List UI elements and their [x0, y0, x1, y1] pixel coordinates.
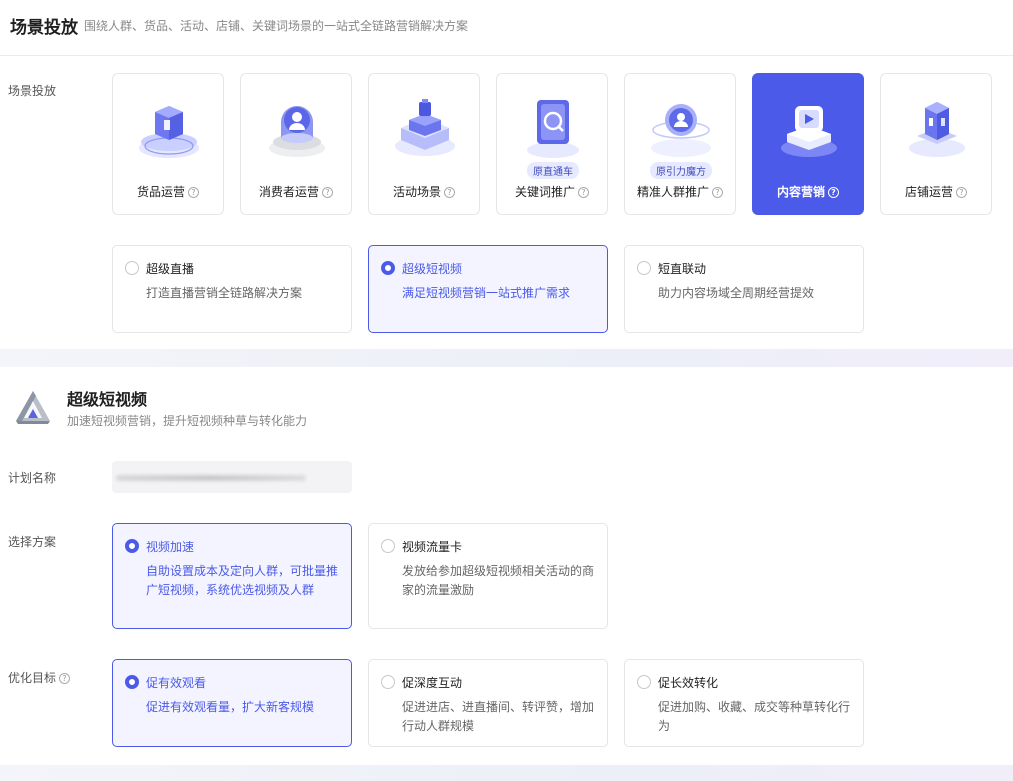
help-icon[interactable]: ? — [828, 187, 839, 198]
help-icon[interactable]: ? — [712, 187, 723, 198]
scene-card-label: 精准人群推广 — [636, 185, 709, 199]
help-icon[interactable]: ? — [444, 187, 455, 198]
activity-scene-icon — [387, 90, 463, 166]
help-icon[interactable]: ? — [322, 187, 333, 198]
scene-card-keyword-promo[interactable]: 原直通车 关键词推广? — [496, 73, 608, 215]
help-icon[interactable]: ? — [956, 187, 967, 198]
keyword-promo-icon: 原直通车 — [515, 90, 591, 179]
sub-option-live-video-link[interactable]: 短直联动 助力内容场域全周期经营提效 — [624, 245, 864, 333]
scene-row-label: 场景投放 — [8, 84, 57, 98]
option-desc: 满足短视频营销一站式推广需求 — [402, 286, 571, 300]
legacy-name-badge: 原直通车 — [527, 162, 579, 179]
scene-card-label: 内容营销 — [776, 185, 825, 199]
radio-button[interactable] — [381, 675, 395, 689]
scene-card-consumer-ops[interactable]: 消费者运营? — [240, 73, 352, 215]
sub-option-live[interactable]: 超级直播 打造直播营销全链路解决方案 — [112, 245, 352, 333]
scene-card-label: 关键词推广 — [514, 185, 575, 199]
goal-option-long-conversion[interactable]: 促长效转化 促进加购、收藏、成交等种草转化行 为 — [624, 659, 864, 747]
option-title: 超级直播 — [146, 262, 195, 276]
option-desc: 打造直播营销全链路解决方案 — [146, 286, 303, 300]
scheme-option-video-boost[interactable]: 视频加速 自助设置成本及定向人群，可批量推 广短视频，系统优选视频及人群 — [112, 523, 352, 629]
scene-card-label: 活动场景 — [392, 185, 441, 199]
scene-card-store-ops[interactable]: 店铺运营? — [880, 73, 992, 215]
scene-card-product-ops[interactable]: 货品运营? — [112, 73, 224, 215]
radio-button[interactable] — [381, 261, 395, 275]
scene-card-activity-scene[interactable]: 活动场景? — [368, 73, 480, 215]
content-marketing-icon — [771, 90, 847, 166]
short-video-logo — [12, 385, 54, 427]
radio-button[interactable] — [637, 261, 651, 275]
option-desc-line2: 广短视频，系统优选视频及人群 — [146, 583, 315, 597]
plan-name-input[interactable] — [112, 461, 352, 493]
option-desc-line2: 行动人群规模 — [402, 719, 475, 733]
option-desc-line2: 为 — [658, 719, 671, 733]
legacy-name-badge: 原引力魔方 — [650, 162, 712, 179]
option-desc: 助力内容场域全周期经营提效 — [658, 286, 815, 300]
help-icon[interactable]: ? — [188, 187, 199, 198]
option-title: 促长效转化 — [658, 676, 719, 690]
radio-button[interactable] — [125, 675, 139, 689]
radio-button[interactable] — [637, 675, 651, 689]
consumer-ops-icon — [259, 90, 335, 166]
goal-option-effective-view[interactable]: 促有效观看 促进有效观看量，扩大新客规模 — [112, 659, 352, 747]
section-title: 超级短视频 — [67, 390, 148, 409]
scene-card-audience-promo[interactable]: 原引力魔方 精准人群推广? — [624, 73, 736, 215]
radio-button[interactable] — [125, 261, 139, 275]
help-icon[interactable]: ? — [578, 187, 589, 198]
scheme-option-traffic-card[interactable]: 视频流量卡 发放给参加超级短视频相关活动的商 家的流量激励 — [368, 523, 608, 629]
option-desc-line1: 促进进店、进直播间、转评赞，增加 — [402, 700, 595, 714]
option-title: 超级短视频 — [402, 262, 463, 276]
option-title: 视频加速 — [146, 540, 195, 554]
plan-name-label: 计划名称 — [8, 471, 57, 485]
scene-card-content-marketing[interactable]: 内容营销? — [752, 73, 864, 215]
section-subtitle: 加速短视频营销，提升短视频种草与转化能力 — [67, 414, 308, 428]
page-title: 场景投放 — [10, 18, 78, 38]
option-desc-line2: 家的流量激励 — [402, 583, 475, 597]
section-divider — [0, 765, 1013, 781]
help-icon[interactable]: ? — [59, 673, 71, 684]
option-title: 视频流量卡 — [402, 540, 463, 554]
sub-option-short-video[interactable]: 超级短视频 满足短视频营销一站式推广需求 — [368, 245, 608, 333]
option-title: 促有效观看 — [146, 676, 207, 690]
audience-promo-icon: 原引力魔方 — [643, 90, 719, 179]
scene-card-label: 消费者运营 — [258, 185, 319, 199]
option-desc-line1: 发放给参加超级短视频相关活动的商 — [402, 564, 595, 578]
radio-button[interactable] — [381, 539, 395, 553]
scheme-label: 选择方案 — [8, 535, 57, 549]
goal-label: 优化目标 — [8, 671, 57, 685]
option-title: 短直联动 — [658, 262, 707, 276]
goal-option-deep-interaction[interactable]: 促深度互动 促进进店、进直播间、转评赞，增加 行动人群规模 — [368, 659, 608, 747]
option-desc-line1: 自助设置成本及定向人群，可批量推 — [146, 564, 339, 578]
page-header: 场景投放 围绕人群、货品、活动、店铺、关键词场景的一站式全链路营销解决方案 — [0, 0, 1013, 56]
section-divider — [0, 349, 1013, 367]
scene-card-label: 店铺运营 — [904, 185, 953, 199]
plan-name-value-blurred — [116, 475, 306, 481]
scene-card-label: 货品运营 — [136, 185, 185, 199]
page-subtitle: 围绕人群、货品、活动、店铺、关键词场景的一站式全链路营销解决方案 — [84, 19, 469, 33]
option-desc-line1: 促进有效观看量，扩大新客规模 — [146, 700, 315, 714]
store-ops-icon — [899, 90, 975, 166]
option-title: 促深度互动 — [402, 676, 463, 690]
option-desc-line1: 促进加购、收藏、成交等种草转化行 — [658, 700, 851, 714]
radio-button[interactable] — [125, 539, 139, 553]
product-ops-icon — [131, 90, 207, 166]
